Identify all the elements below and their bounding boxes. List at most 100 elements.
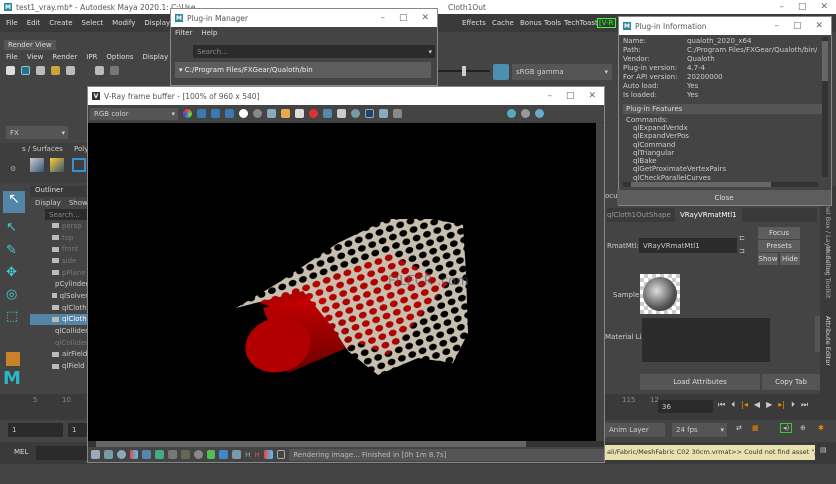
minimize-icon[interactable]: – — [774, 21, 779, 31]
outliner-item[interactable]: pPlane — [30, 267, 88, 279]
curves-icon[interactable] — [155, 450, 165, 459]
lut-icon[interactable] — [180, 450, 190, 459]
output-connection-icon[interactable]: ⊐ — [739, 247, 745, 255]
go-to-start-icon[interactable]: ⏮ — [718, 400, 725, 410]
outliner-item[interactable]: qlField — [30, 360, 88, 372]
step-forward-icon[interactable]: ⏵ — [791, 400, 795, 410]
vertical-scrollbar[interactable] — [822, 37, 828, 177]
rgb-channels-icon[interactable] — [183, 109, 192, 118]
pm-menu-filter[interactable]: Filter — [175, 29, 192, 37]
horizontal-scrollbar[interactable] — [623, 182, 818, 187]
ocio-icon[interactable] — [193, 450, 203, 459]
region-render-icon[interactable] — [323, 109, 332, 118]
render-view-tab[interactable]: Render View — [4, 40, 56, 50]
h-red-icon[interactable]: H — [254, 451, 259, 459]
rv-menu-ipr[interactable]: IPR — [86, 53, 97, 61]
step-back-key-icon[interactable]: ⏴ — [731, 400, 735, 410]
color-space-dropdown[interactable]: sRGB gamma ▾ — [512, 64, 612, 80]
menu-file[interactable]: File — [6, 19, 18, 27]
menu-display[interactable]: Display — [144, 19, 170, 27]
paint-tool-icon[interactable]: ✎ — [6, 243, 17, 258]
close-icon[interactable]: ✕ — [421, 13, 429, 23]
render-icon[interactable] — [351, 109, 360, 118]
menu-select[interactable]: Select — [82, 19, 104, 27]
pm-search-input[interactable]: Search... ▾ — [193, 45, 435, 58]
menu-techtoast[interactable]: TechToast — [564, 19, 598, 27]
focus-button[interactable]: Focus — [758, 227, 800, 239]
region-icon[interactable] — [66, 66, 75, 75]
copy-tab-button[interactable]: Copy Tab — [762, 374, 820, 390]
outliner-item[interactable]: qlSolver — [30, 290, 88, 302]
anim-layer-dropdown[interactable]: Anim Layer — [605, 423, 665, 437]
current-frame-field[interactable]: 36 — [658, 400, 713, 413]
stamp-icon[interactable] — [219, 450, 229, 459]
mel-input[interactable] — [36, 446, 88, 460]
go-to-end-icon[interactable]: ⏭ — [801, 400, 808, 410]
channel-dropdown[interactable]: RGB color ▾ — [90, 107, 178, 120]
material-list[interactable] — [642, 318, 770, 362]
show-button[interactable]: Show — [758, 253, 778, 265]
close-icon[interactable]: ✕ — [820, 2, 828, 12]
outliner-item[interactable]: qlCollider — [30, 337, 88, 349]
vertical-scrollbar[interactable] — [596, 123, 604, 441]
shelf-gear-icon[interactable]: ⚙ — [10, 165, 16, 173]
test-resolution-icon[interactable] — [263, 450, 273, 459]
history-icon[interactable] — [379, 109, 388, 118]
shelf-tool-icon[interactable] — [50, 158, 64, 172]
background-icon[interactable] — [168, 450, 177, 459]
maximize-icon[interactable]: □ — [399, 13, 408, 23]
lasso-tool-icon[interactable]: ↖ — [6, 220, 17, 235]
save-image-icon[interactable] — [267, 109, 276, 118]
scale-tool-icon[interactable]: ⬚ — [6, 309, 18, 324]
vrmat-name-field[interactable]: VRayVRmatMtl1 — [639, 238, 737, 253]
outliner-item[interactable]: persp — [30, 220, 88, 232]
mono-icon[interactable] — [253, 109, 262, 118]
outliner-item[interactable]: side — [30, 255, 88, 267]
plugin-icon[interactable] — [6, 352, 20, 366]
outliner-item[interactable]: qlCloth — [30, 313, 88, 326]
shelf-tool-icon[interactable] — [72, 158, 86, 172]
side-tab-modeling-toolkit[interactable]: Modeling Toolkit — [824, 246, 832, 298]
audio-icon[interactable]: ◂) — [780, 423, 793, 433]
script-editor-icon[interactable]: ▤ — [820, 446, 827, 454]
blue-channel-toggle[interactable] — [225, 109, 234, 118]
rgb-icon[interactable] — [110, 66, 119, 75]
render-canvas[interactable]: FILECR .com — [88, 123, 596, 441]
menu-modify[interactable]: Modify — [112, 19, 135, 27]
play-back-icon[interactable]: ◀ — [754, 400, 760, 410]
track-mouse-icon[interactable] — [337, 109, 346, 118]
range-start-field[interactable]: 1 — [8, 423, 63, 437]
presets-button[interactable]: Presets — [758, 240, 800, 252]
shelf-tab-surfaces[interactable]: s / Surfaces — [22, 145, 63, 153]
tab-vray-vrmat[interactable]: VRayVRmatMtl1 — [675, 208, 742, 222]
outliner-item[interactable]: qlCloth — [30, 302, 88, 314]
pm-menu-help[interactable]: Help — [201, 29, 217, 37]
tab-qlcloth-outshape[interactable]: qlCloth1OutShape — [607, 211, 671, 219]
vfb-history-icon[interactable] — [91, 450, 100, 459]
stop-render-icon[interactable] — [309, 109, 318, 118]
rv-menu-view[interactable]: View — [27, 53, 44, 61]
close-icon[interactable]: ✕ — [815, 21, 823, 31]
rv-menu-options[interactable]: Options — [106, 53, 133, 61]
plugin-folder-row[interactable]: ▾ C:/Program Files/FXGear/Qualoth/bin — [175, 62, 431, 78]
outliner-menu-display[interactable]: Display — [35, 199, 61, 207]
outliner-search[interactable]: Search... — [45, 209, 88, 220]
maximize-icon[interactable]: □ — [798, 2, 807, 12]
color-management-icon[interactable] — [493, 64, 509, 80]
outliner-item[interactable]: qlCollider — [30, 325, 88, 337]
render-settings-icon[interactable] — [535, 109, 544, 118]
compare-icon[interactable] — [103, 450, 113, 459]
select-tool-icon[interactable]: ↖ — [3, 191, 25, 213]
menu-cache[interactable]: Cache — [492, 19, 514, 27]
outliner-item[interactable]: front — [30, 243, 88, 255]
outliner-item[interactable]: top — [30, 232, 88, 244]
outliner-menu-show[interactable]: Show — [69, 199, 88, 207]
rotate-tool-icon[interactable]: ◎ — [6, 287, 17, 302]
fps-dropdown[interactable]: 24 fps ▾ — [672, 423, 727, 437]
outliner-item[interactable]: airField — [30, 349, 88, 361]
menu-create[interactable]: Create — [49, 19, 72, 27]
red-channel-toggle[interactable] — [197, 109, 206, 118]
h-icon[interactable]: H — [245, 451, 250, 459]
maximize-icon[interactable]: □ — [793, 21, 802, 31]
load-attributes-button[interactable]: Load Attributes — [640, 374, 760, 390]
